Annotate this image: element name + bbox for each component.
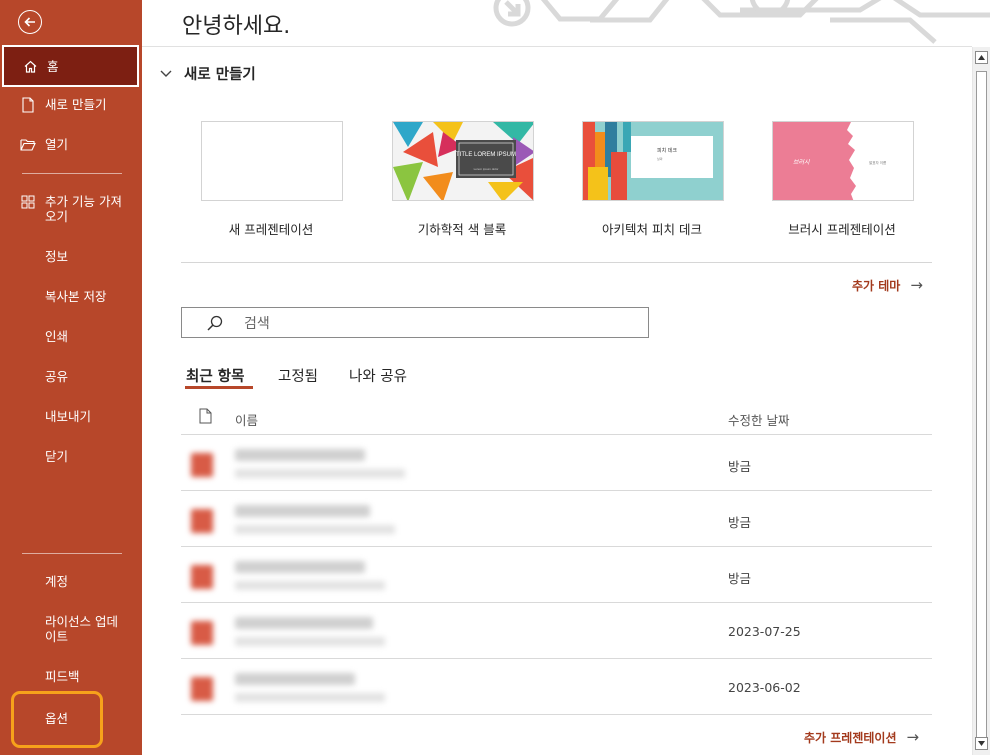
arrow-right-icon: → — [910, 276, 923, 294]
backstage-sidebar: 홈 새로 만들기 열기 추가 기능 가져오기 정보 복사본 저장 인쇄 공유 내… — [0, 0, 142, 755]
sidebar-item-export[interactable]: 내보내기 — [2, 409, 139, 424]
sidebar-item-save-copy[interactable]: 복사본 저장 — [2, 289, 139, 304]
arrow-right-icon: → — [906, 728, 920, 746]
architecture-thumbnail: 피치 데크 날짜 — [583, 122, 723, 200]
sidebar-item-print[interactable]: 인쇄 — [2, 329, 139, 344]
back-button[interactable] — [18, 10, 42, 34]
sidebar-item-account[interactable]: 계정 — [2, 574, 139, 589]
template-architecture-pitch[interactable]: 피치 데크 날짜 — [582, 121, 724, 201]
tab-shared-with-me[interactable]: 나와 공유 — [349, 365, 407, 386]
back-arrow-icon — [24, 17, 35, 27]
tab-pinned[interactable]: 고정됨 — [278, 365, 318, 386]
sidebar-item-open[interactable]: 열기 — [2, 137, 139, 153]
sidebar-item-label: 내보내기 — [45, 409, 92, 424]
sidebar-item-label: 홈 — [47, 58, 59, 74]
template-label: 브러시 프레젠테이션 — [788, 222, 896, 237]
chevron-down-icon — [160, 68, 172, 80]
search-placeholder: 검색 — [244, 315, 270, 332]
greeting-title: 안녕하세요. — [182, 14, 291, 39]
search-icon — [206, 314, 224, 332]
column-header-modified[interactable]: 수정한 날짜 — [728, 410, 789, 429]
sidebar-item-license-update[interactable]: 라이선스 업데이트 — [2, 614, 139, 644]
tab-recent[interactable]: 최근 항목 — [186, 365, 244, 386]
sidebar-item-label: 라이선스 업데이트 — [45, 614, 118, 644]
sidebar-item-label: 공유 — [45, 369, 69, 384]
new-file-icon — [20, 97, 36, 113]
search-input[interactable]: 검색 — [181, 307, 649, 338]
addins-grid-icon — [20, 194, 36, 210]
sidebar-item-close[interactable]: 닫기 — [2, 449, 139, 464]
thumb-subtitle: Lorem ipsum dolor — [474, 167, 499, 171]
home-icon — [22, 58, 38, 74]
circuit-decoration — [470, 0, 990, 46]
more-themes-link[interactable]: 추가 테마 → — [852, 276, 923, 294]
template-label: 새 프레젠테이션 — [228, 222, 314, 237]
new-section-header[interactable]: 새로 만들기 — [160, 63, 256, 84]
column-header-name[interactable]: 이름 — [235, 410, 258, 429]
blurred-file-info — [189, 609, 429, 655]
modified-date: 방금 — [728, 571, 752, 586]
folder-open-icon — [20, 137, 36, 153]
sidebar-item-addins[interactable]: 추가 기능 가져오기 — [2, 194, 139, 224]
table-bottom-border — [181, 714, 932, 715]
scroll-down-icon — [978, 741, 985, 746]
options-highlight-box — [11, 691, 103, 748]
thumb-title: 브러시 — [793, 159, 810, 166]
sidebar-divider — [22, 173, 122, 174]
scroll-up-icon — [978, 55, 985, 60]
sidebar-item-label: 추가 기능 가져오기 — [45, 194, 122, 224]
table-row[interactable]: 2023-07-25 — [181, 602, 932, 658]
scroll-down-button[interactable] — [975, 737, 988, 750]
blurred-file-info — [189, 553, 429, 599]
sidebar-item-label: 열기 — [45, 137, 69, 152]
header-divider — [142, 46, 972, 47]
geometric-thumbnail: TITLE LOREM IPSUM Lorem ipsum dolor — [393, 122, 533, 200]
sidebar-item-feedback[interactable]: 피드백 — [2, 669, 139, 684]
sidebar-item-label: 피드백 — [45, 669, 80, 684]
thumb-subtitle: 날짜 — [657, 156, 663, 161]
section-divider — [181, 262, 932, 263]
sidebar-item-share[interactable]: 공유 — [2, 369, 139, 384]
scroll-up-button[interactable] — [975, 51, 988, 64]
template-label: 기하학적 색 블록 — [417, 222, 507, 237]
more-presentations-label: 추가 프레젠테이션 — [804, 730, 897, 745]
scroll-thumb[interactable] — [976, 71, 987, 743]
sidebar-item-label: 새로 만들기 — [45, 97, 107, 112]
file-type-icon — [199, 408, 212, 427]
modified-date: 2023-07-25 — [728, 624, 801, 639]
modified-date: 방금 — [728, 459, 752, 474]
more-themes-label: 추가 테마 — [852, 278, 901, 293]
sidebar-item-label: 닫기 — [45, 449, 69, 464]
thumb-title: TITLE LOREM IPSUM — [456, 152, 516, 158]
sidebar-item-home[interactable]: 홈 — [2, 45, 139, 87]
modified-date: 방금 — [728, 515, 752, 530]
new-section-title: 새로 만들기 — [184, 67, 256, 83]
sidebar-item-new[interactable]: 새로 만들기 — [2, 97, 139, 113]
active-tab-indicator — [185, 386, 253, 389]
sidebar-divider — [22, 553, 122, 554]
sidebar-item-label: 계정 — [45, 574, 69, 589]
template-geometric-blocks[interactable]: TITLE LOREM IPSUM Lorem ipsum dolor — [392, 121, 534, 201]
table-row[interactable]: 방금 — [181, 546, 932, 602]
template-blank[interactable] — [201, 121, 343, 201]
template-brush[interactable]: 브러시 발표자 이름 — [772, 121, 914, 201]
thumb-subtitle: 발표자 이름 — [869, 160, 887, 165]
blurred-file-info — [189, 665, 429, 711]
sidebar-item-label: 인쇄 — [45, 329, 69, 344]
sidebar-item-label: 복사본 저장 — [45, 289, 107, 304]
thumb-title: 피치 데크 — [657, 147, 677, 154]
more-presentations-link[interactable]: 추가 프레젠테이션 → — [804, 728, 919, 746]
sidebar-item-info[interactable]: 정보 — [2, 249, 139, 264]
template-label: 아키텍처 피치 데크 — [602, 222, 702, 237]
blurred-file-info — [189, 441, 429, 487]
sidebar-item-label: 정보 — [45, 249, 69, 264]
vertical-scrollbar[interactable] — [972, 47, 990, 755]
table-row[interactable]: 방금 — [181, 490, 932, 546]
brush-thumbnail: 브러시 발표자 이름 — [773, 122, 913, 200]
modified-date: 2023-06-02 — [728, 680, 801, 695]
blurred-file-info — [189, 497, 429, 543]
table-row[interactable]: 방금 — [181, 434, 932, 490]
table-row[interactable]: 2023-06-02 — [181, 658, 932, 714]
